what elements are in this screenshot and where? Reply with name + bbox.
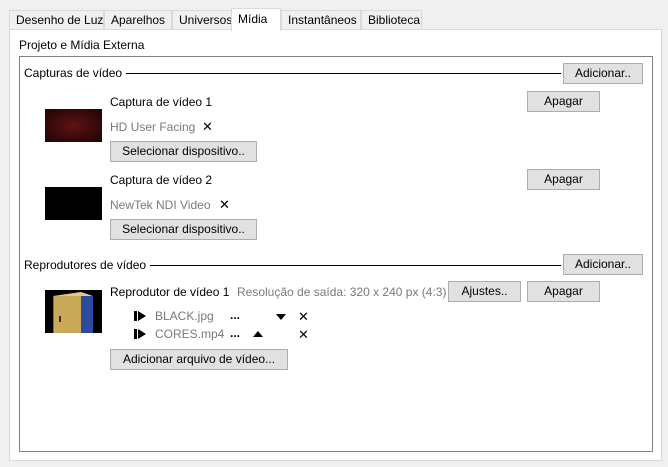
add-video-file-button[interactable]: Adicionar arquivo de vídeo... xyxy=(110,349,288,370)
triangle-down-icon[interactable] xyxy=(276,314,286,320)
panel-title: Projeto e Mídia Externa xyxy=(19,38,145,52)
capture-2-thumbnail xyxy=(45,187,102,220)
tab-biblioteca[interactable]: Biblioteca xyxy=(361,10,422,30)
tab-label: Aparelhos xyxy=(111,13,166,27)
tab-desenho-de-luz[interactable]: Desenho de Luz xyxy=(9,10,104,30)
tab-universos[interactable]: Universos xyxy=(172,10,233,30)
file-2-name: CORES.mp4 xyxy=(155,327,225,341)
play-icon[interactable] xyxy=(134,311,146,321)
media-group-box: Capturas de vídeo Adicionar.. Captura de… xyxy=(19,56,653,452)
tab-aparelhos[interactable]: Aparelhos xyxy=(104,10,172,30)
player-1-title: Reprodutor de vídeo 1 xyxy=(110,285,230,299)
capture-2-title: Captura de vídeo 2 xyxy=(110,173,213,187)
triangle-up-icon[interactable] xyxy=(253,331,263,337)
delete-capture-2-button[interactable]: Apagar xyxy=(527,169,600,190)
capture-2-device: NewTek NDI Video xyxy=(110,198,211,212)
tab-label: Instantâneos xyxy=(288,13,357,27)
capture-1-device: HD User Facing xyxy=(110,120,196,134)
player-1-resolution: Resolução de saída: 320 x 240 px (4:3) xyxy=(237,285,447,299)
media-panel: Projeto e Mídia Externa Capturas de víde… xyxy=(9,29,662,461)
add-player-button[interactable]: Adicionar.. xyxy=(563,254,643,275)
player-settings-button[interactable]: Ajustes.. xyxy=(448,281,521,302)
building-thumbnail-image xyxy=(45,290,102,333)
players-section-label: Reprodutores de vídeo xyxy=(24,258,151,272)
player-1-thumbnail xyxy=(45,290,102,333)
close-icon[interactable]: ✕ xyxy=(298,310,309,323)
file-1-name: BLACK.jpg xyxy=(155,309,214,323)
close-icon[interactable]: ✕ xyxy=(219,198,230,211)
tab-label: Biblioteca xyxy=(368,13,421,27)
select-device-1-button[interactable]: Selecionar dispositivo.. xyxy=(110,141,257,162)
delete-capture-1-button[interactable]: Apagar xyxy=(527,91,600,112)
capture-1-thumbnail xyxy=(45,109,102,142)
tab-instantaneos[interactable]: Instantâneos xyxy=(281,10,361,30)
close-icon[interactable]: ✕ xyxy=(298,328,309,341)
tab-label: Mídia xyxy=(238,12,268,26)
play-icon[interactable] xyxy=(134,329,146,339)
tab-label: Desenho de Luz xyxy=(16,13,104,27)
captures-section-label: Capturas de vídeo xyxy=(24,66,127,80)
file-1-more-button[interactable]: ... xyxy=(230,309,240,321)
tab-midia[interactable]: Mídia xyxy=(231,8,281,31)
delete-player-1-button[interactable]: Apagar xyxy=(527,281,600,302)
add-capture-button[interactable]: Adicionar.. xyxy=(563,63,643,84)
close-icon[interactable]: ✕ xyxy=(202,120,213,133)
capture-1-title: Captura de vídeo 1 xyxy=(110,95,213,109)
select-device-2-button[interactable]: Selecionar dispositivo.. xyxy=(110,219,257,240)
tab-label: Universos xyxy=(179,13,233,27)
file-2-more-button[interactable]: ... xyxy=(230,327,240,339)
